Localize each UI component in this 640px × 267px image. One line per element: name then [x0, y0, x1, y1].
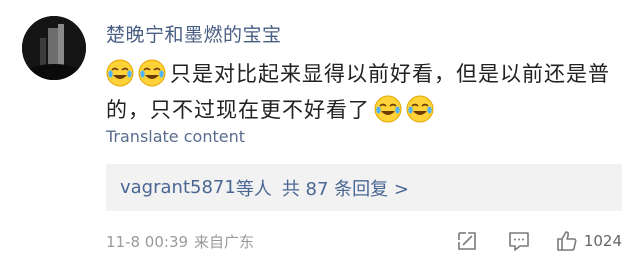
share-icon[interactable]: [456, 230, 478, 252]
username[interactable]: 楚晚宁和墨燃的宝宝: [106, 20, 282, 47]
cry-laugh-emoji: [374, 95, 402, 123]
like-button[interactable]: 1024: [556, 230, 622, 252]
cry-laugh-emoji: [406, 95, 434, 123]
cry-laugh-emoji: [106, 59, 134, 87]
translate-link[interactable]: Translate content: [106, 127, 245, 146]
comment-meta: 11-8 00:39 来自广东: [106, 231, 254, 252]
avatar[interactable]: [22, 16, 86, 80]
like-count: 1024: [583, 232, 622, 250]
cry-laugh-emoji: [138, 59, 166, 87]
thumbs-up-icon[interactable]: [556, 230, 578, 252]
comment-actions: 1024: [456, 228, 622, 254]
reply-icon[interactable]: [508, 230, 530, 252]
comment-text: 只是对比起来显得以前好看，但是以前还是普的，只不过现在更不好看了: [106, 62, 610, 122]
reply-user[interactable]: vagrant5871: [120, 177, 236, 198]
reply-count[interactable]: 共 87 条回复 >: [282, 175, 409, 201]
avatar-image: [22, 16, 86, 80]
comment-text-block: 只是对比起来显得以前好看，但是以前还是普的，只不过现在更不好看了: [106, 56, 626, 128]
replies-summary-button[interactable]: vagrant5871 等人 共 87 条回复 >: [106, 164, 622, 211]
location: 来自广东: [194, 232, 255, 251]
comment-footer: 11-8 00:39 来自广东 1024: [106, 228, 622, 254]
reply-suffix: 等人: [235, 178, 272, 200]
comment-card: 楚晚宁和墨燃的宝宝 只是对比起来显得以前好看，但是以前还是普的，只不过现在更不好…: [0, 0, 640, 267]
timestamp: 11-8 00:39: [106, 232, 189, 251]
